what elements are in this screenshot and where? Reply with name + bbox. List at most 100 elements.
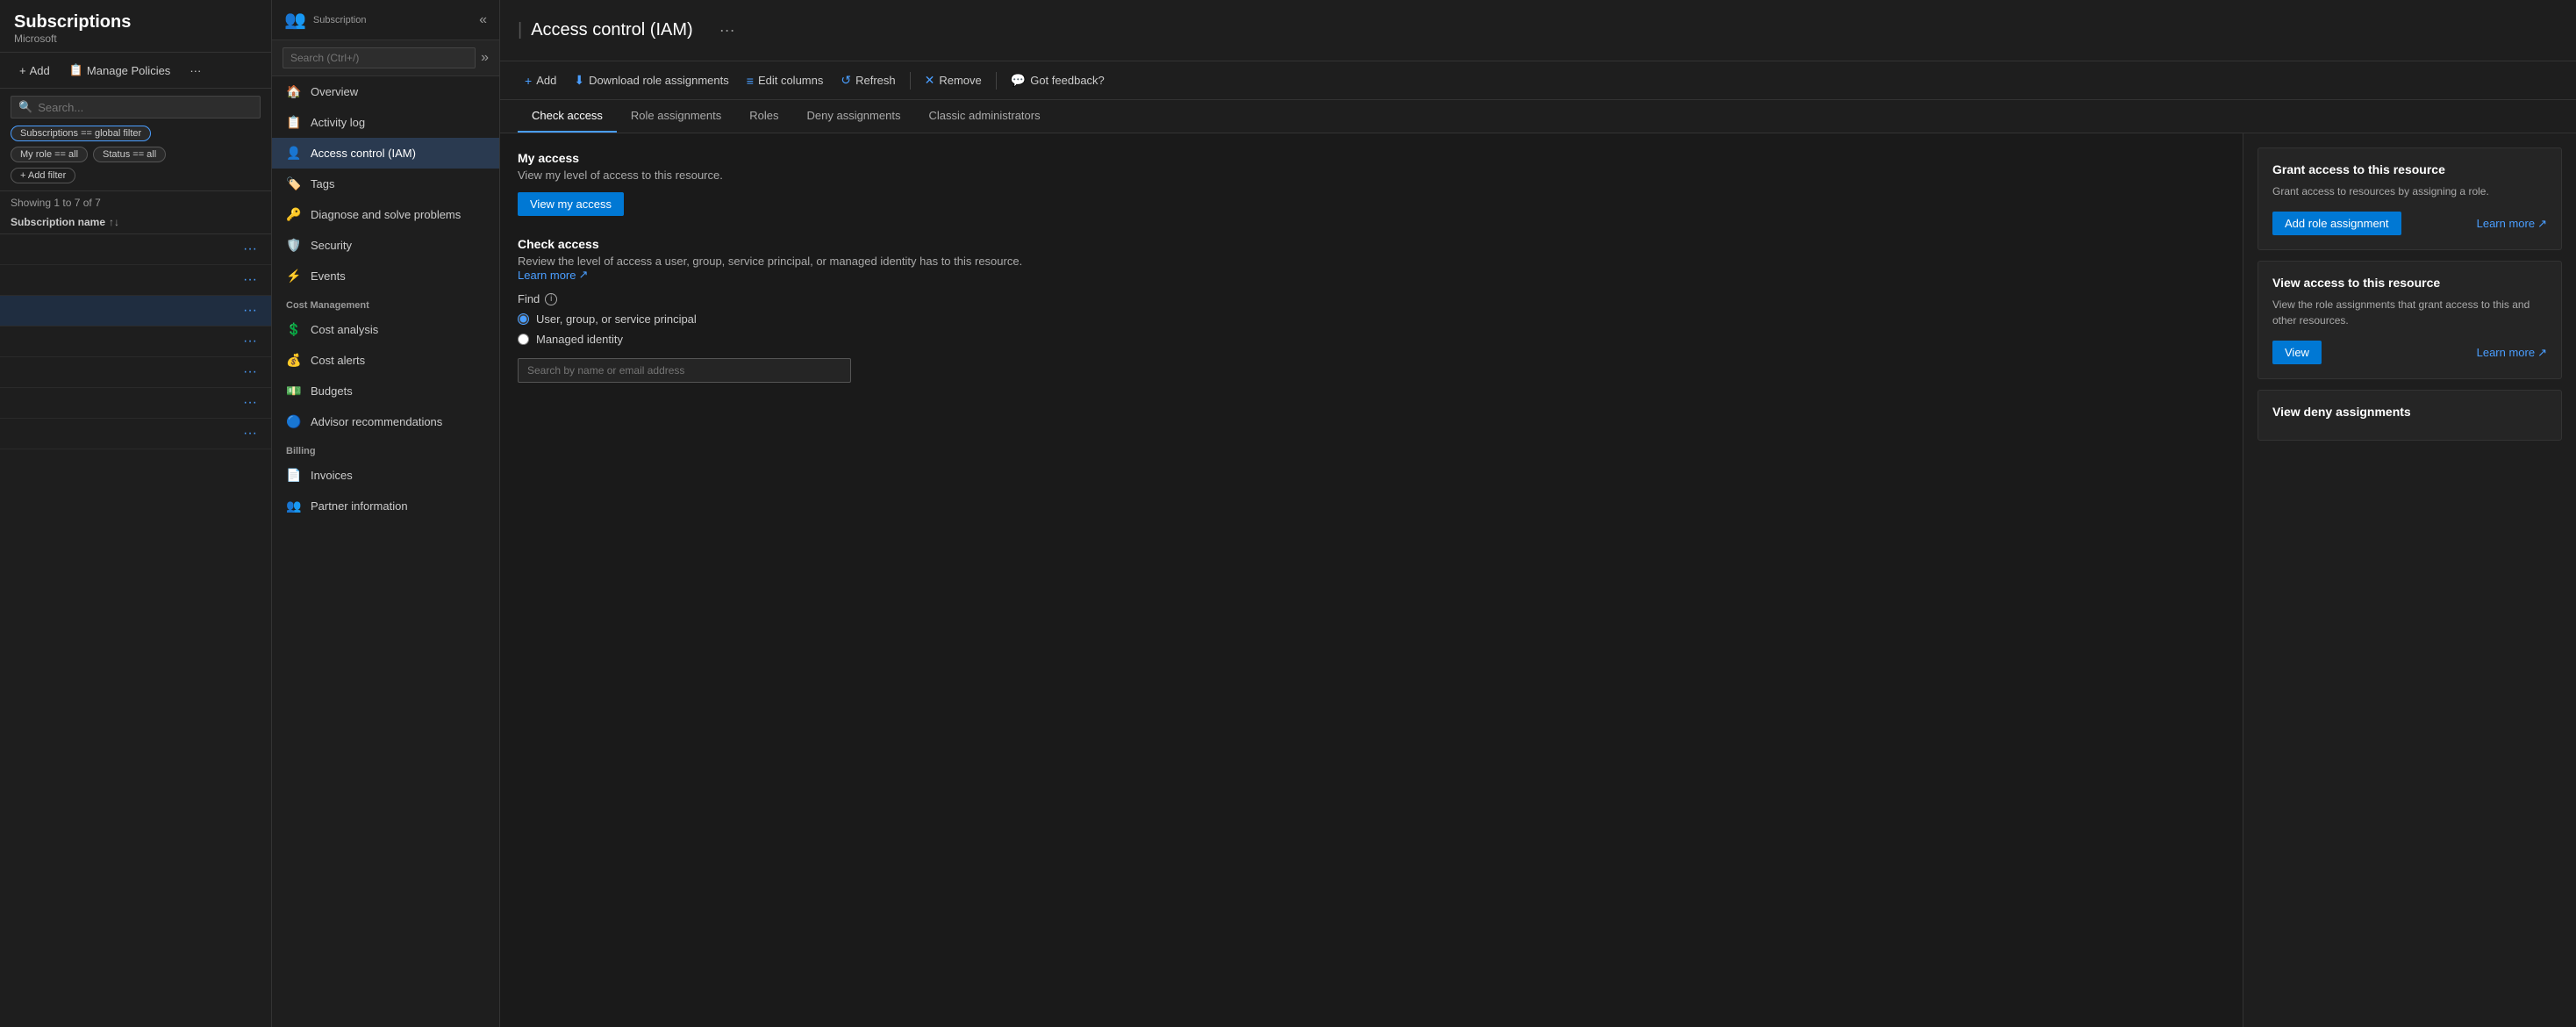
sidebar-item-budgets[interactable]: 💵 Budgets	[272, 376, 499, 406]
sidebar-item-activity-log[interactable]: 📋 Activity log	[272, 107, 499, 138]
row-more-button[interactable]: ···	[240, 334, 261, 349]
partner-icon: 👥	[286, 499, 302, 514]
add-button[interactable]: + Add	[14, 61, 55, 81]
row-more-button[interactable]: ···	[240, 364, 261, 380]
subscription-rows: ··· ··· ··· ··· ··· ··· ···	[0, 234, 271, 1027]
header-more-button[interactable]: ···	[702, 11, 753, 50]
row-more-button[interactable]: ···	[240, 395, 261, 411]
check-access-learn-more[interactable]: Learn more ↗	[518, 268, 2225, 282]
role-filter-chip[interactable]: My role == all	[11, 147, 88, 162]
row-more-button[interactable]: ···	[240, 426, 261, 442]
grant-access-footer: Add role assignment Learn more ↗	[2272, 212, 2547, 235]
radio-managed-option[interactable]: Managed identity	[518, 333, 2225, 346]
name-email-input[interactable]	[527, 364, 841, 377]
filter-chips: Subscriptions == global filter	[11, 126, 261, 141]
diagnose-icon: 🔑	[286, 207, 302, 222]
cost-analysis-icon: 💲	[286, 322, 302, 337]
external-link-icon-3: ↗	[2537, 346, 2547, 360]
row-more-button[interactable]: ···	[240, 241, 261, 257]
download-icon: ⬇	[574, 73, 584, 88]
table-row[interactable]: ···	[0, 388, 271, 419]
status-filter-chip[interactable]: Status == all	[93, 147, 166, 162]
table-row[interactable]: ···	[0, 265, 271, 296]
view-access-learn-more-link[interactable]: Learn more ↗	[2477, 346, 2547, 360]
toolbar-add-button[interactable]: + Add	[518, 69, 563, 92]
sort-icon[interactable]: ↑↓	[109, 216, 119, 228]
sidebar-item-cost-alerts[interactable]: 💰 Cost alerts	[272, 345, 499, 376]
table-row[interactable]: ···	[0, 234, 271, 265]
right-header: | Access control (IAM) ···	[500, 0, 2576, 61]
middle-search-input[interactable]	[283, 47, 476, 68]
radio-user-option[interactable]: User, group, or service principal	[518, 312, 2225, 326]
edit-columns-icon: ≡	[747, 74, 754, 88]
more-options-button[interactable]: ···	[184, 61, 206, 81]
tab-check-access[interactable]: Check access	[518, 100, 617, 133]
table-row[interactable]: ···	[0, 357, 271, 388]
table-row[interactable]: ···	[0, 296, 271, 327]
sidebar-item-access-control[interactable]: 👤 Access control (IAM)	[272, 138, 499, 169]
sidebar-item-cost-analysis[interactable]: 💲 Cost analysis	[272, 314, 499, 345]
manage-policies-button[interactable]: 📋 Manage Policies	[64, 60, 176, 81]
grant-access-card: Grant access to this resource Grant acce…	[2258, 147, 2562, 250]
tab-roles[interactable]: Roles	[735, 100, 792, 133]
sidebar-item-tags[interactable]: 🏷️ Tags	[272, 169, 499, 199]
toolbar-feedback-button[interactable]: 💬 Got feedback?	[1004, 68, 1112, 92]
middle-panel: 👥 Subscription « » 🏠 Overview 📋 Activity…	[272, 0, 500, 1027]
row-more-button[interactable]: ···	[240, 272, 261, 288]
tabs-row: Check access Role assignments Roles Deny…	[500, 100, 2576, 133]
page-title: Access control (IAM)	[531, 20, 692, 40]
external-link-icon: ↗	[578, 268, 588, 282]
view-button[interactable]: View	[2272, 341, 2322, 364]
left-panel: Subscriptions Microsoft + Add 📋 Manage P…	[0, 0, 272, 1027]
sidebar-item-overview[interactable]: 🏠 Overview	[272, 76, 499, 107]
sidebar-item-invoices[interactable]: 📄 Invoices	[272, 460, 499, 491]
cost-management-section: Cost Management	[272, 291, 499, 314]
tab-role-assignments[interactable]: Role assignments	[617, 100, 735, 133]
toolbar-refresh-button[interactable]: ↺ Refresh	[834, 68, 902, 92]
billing-section: Billing	[272, 437, 499, 460]
sidebar-item-advisor[interactable]: 🔵 Advisor recommendations	[272, 406, 499, 437]
left-search-box[interactable]: 🔍	[11, 96, 261, 118]
invoices-icon: 📄	[286, 468, 302, 483]
radio-managed-input[interactable]	[518, 334, 529, 345]
sidebar-item-diagnose[interactable]: 🔑 Diagnose and solve problems	[272, 199, 499, 230]
name-email-search-box[interactable]	[518, 358, 851, 383]
toolbar-edit-columns-button[interactable]: ≡ Edit columns	[740, 69, 831, 92]
radio-user-input[interactable]	[518, 313, 529, 325]
overview-icon: 🏠	[286, 84, 302, 99]
grant-access-title: Grant access to this resource	[2272, 162, 2547, 176]
external-link-icon-2: ↗	[2537, 217, 2547, 231]
middle-header: 👥 Subscription «	[272, 0, 499, 40]
sidebar-item-events[interactable]: ⚡ Events	[272, 261, 499, 291]
row-more-button[interactable]: ···	[240, 303, 261, 319]
toolbar-remove-button[interactable]: ✕ Remove	[918, 68, 989, 92]
sidebar-item-security[interactable]: 🛡️ Security	[272, 230, 499, 261]
plus-icon: +	[19, 64, 26, 77]
global-filter-chip[interactable]: Subscriptions == global filter	[11, 126, 151, 141]
table-row[interactable]: ···	[0, 327, 271, 357]
table-row[interactable]: ···	[0, 419, 271, 449]
sidebar-item-partner[interactable]: 👥 Partner information	[272, 491, 499, 521]
filter-chips-2: My role == all Status == all	[11, 147, 261, 162]
grant-learn-more-link[interactable]: Learn more ↗	[2477, 217, 2547, 231]
my-access-title: My access	[518, 151, 2225, 165]
main-content: My access View my level of access to thi…	[500, 133, 2243, 1027]
add-filter-button[interactable]: + Add filter	[11, 168, 75, 183]
check-access-title: Check access	[518, 237, 2225, 251]
left-search-input[interactable]	[38, 101, 253, 114]
toolbar-separator	[910, 72, 911, 90]
collapse-button[interactable]: «	[479, 12, 487, 28]
grant-access-desc: Grant access to resources by assigning a…	[2272, 183, 2547, 199]
feedback-icon: 💬	[1011, 73, 1026, 88]
tab-deny-assignments[interactable]: Deny assignments	[793, 100, 915, 133]
toolbar-download-button[interactable]: ⬇ Download role assignments	[567, 68, 735, 92]
add-role-assignment-button[interactable]: Add role assignment	[2272, 212, 2401, 235]
people-icon: 👥	[284, 9, 306, 31]
tab-classic-administrators[interactable]: Classic administrators	[914, 100, 1054, 133]
collapse-nav-button[interactable]: »	[481, 50, 489, 66]
advisor-icon: 🔵	[286, 414, 302, 429]
app-title: Subscriptions	[14, 12, 257, 32]
events-icon: ⚡	[286, 269, 302, 284]
view-my-access-button[interactable]: View my access	[518, 192, 624, 216]
toolbar-add-icon: +	[525, 74, 532, 88]
